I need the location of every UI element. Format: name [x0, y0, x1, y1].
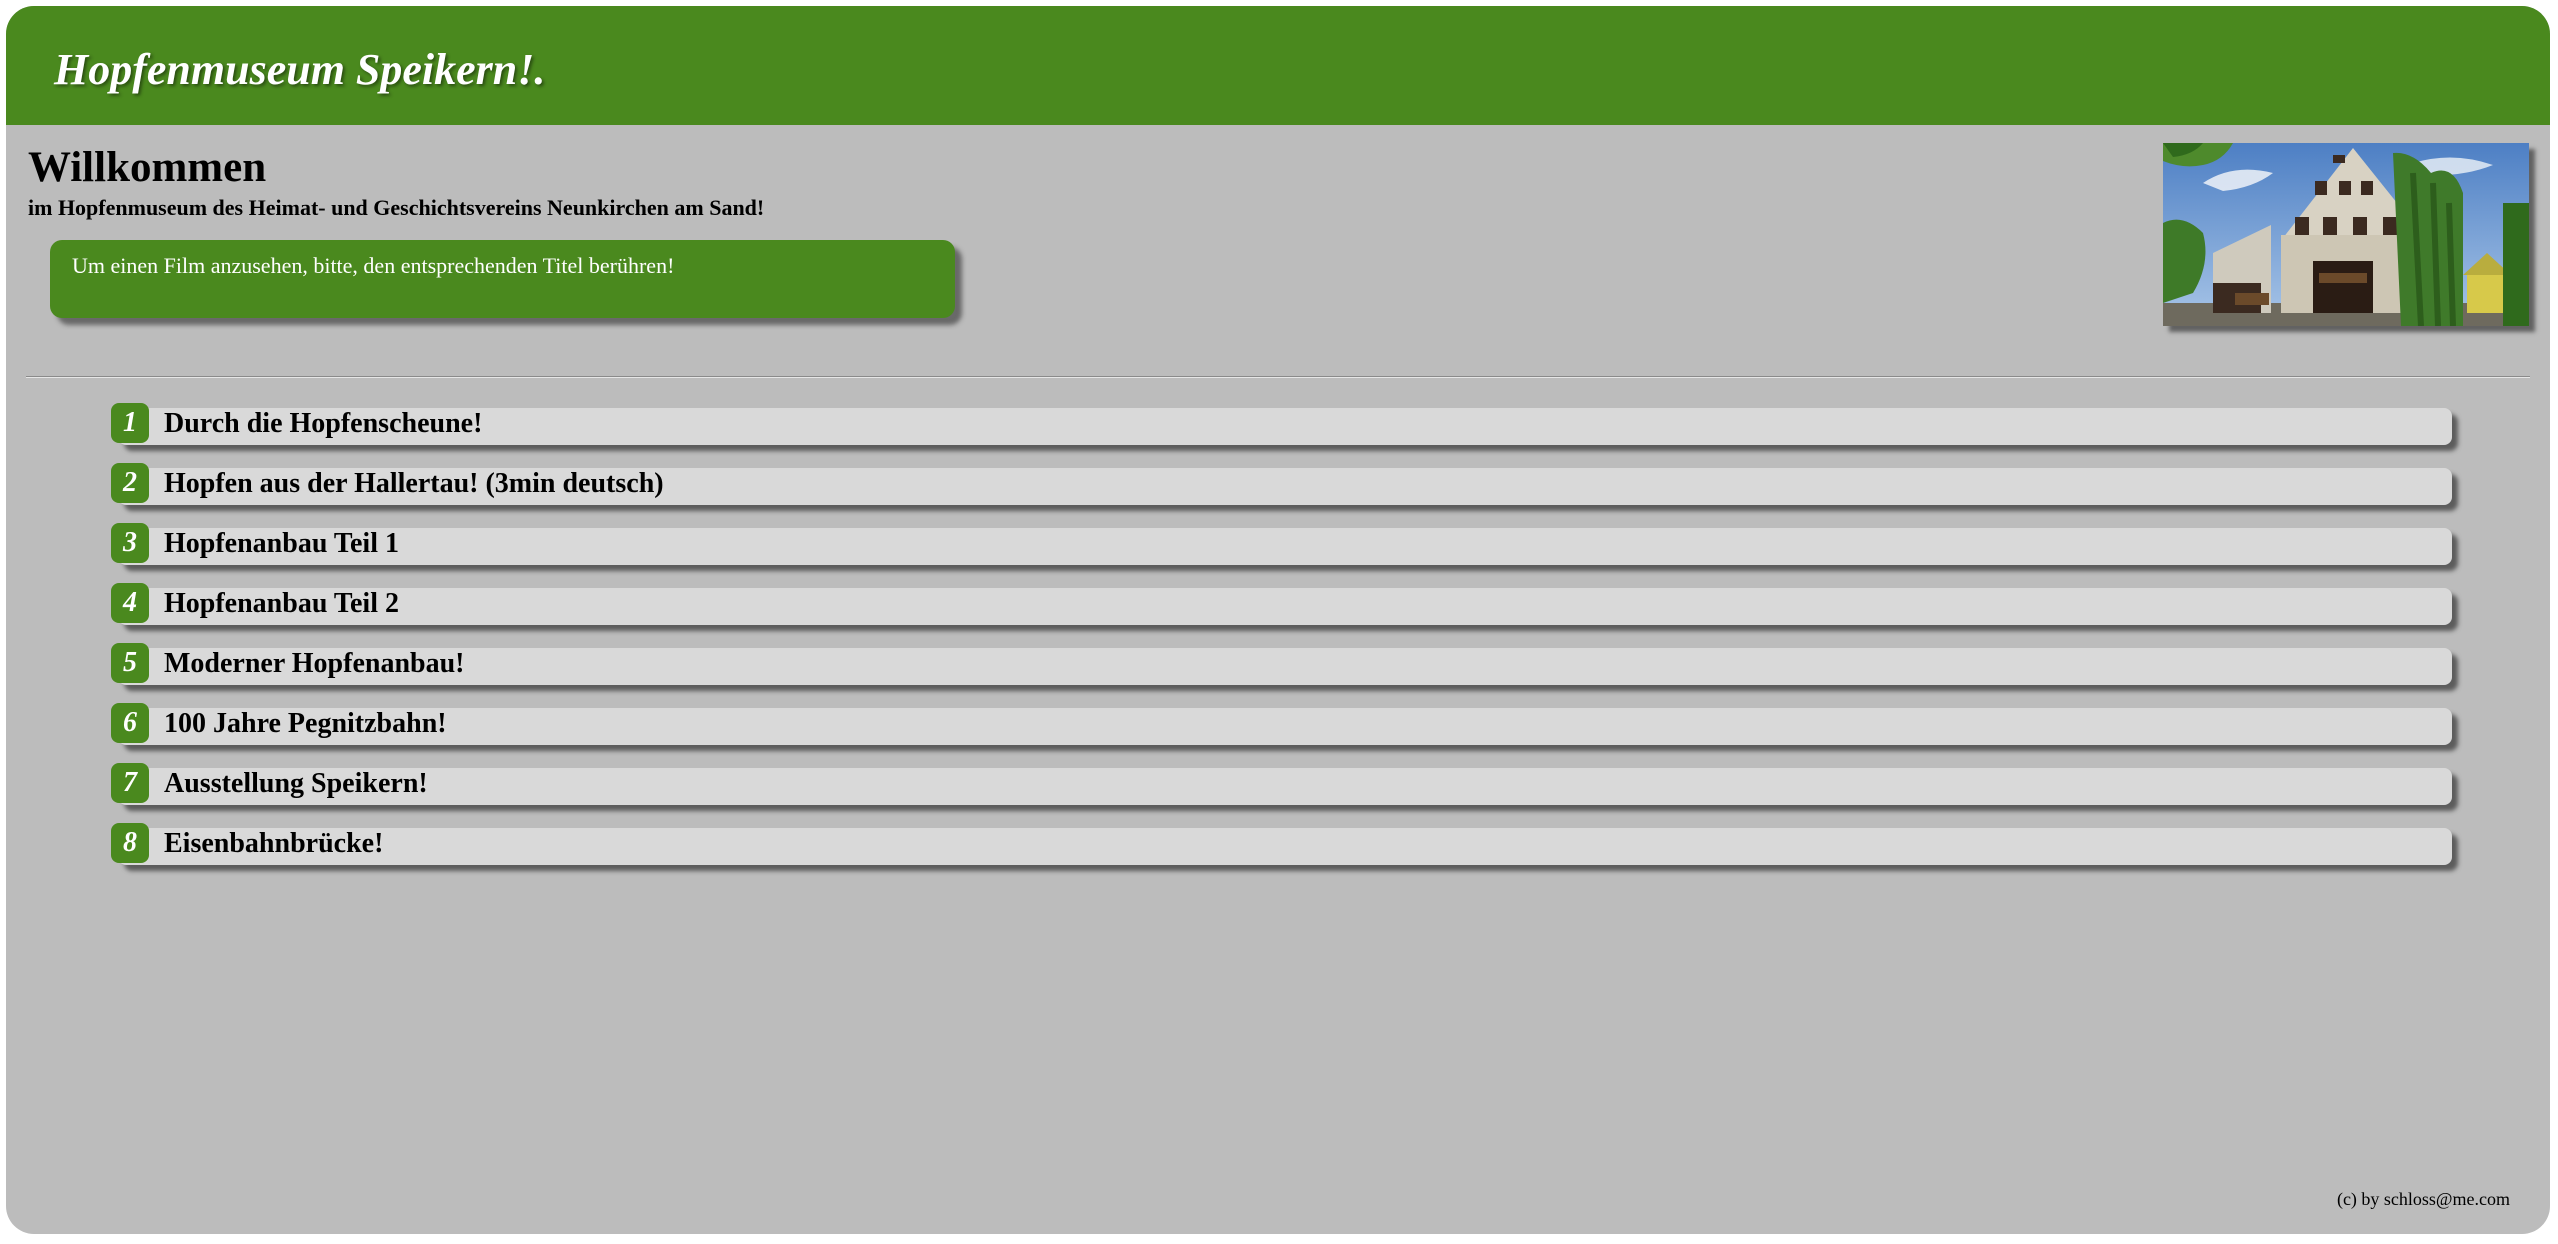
video-bar[interactable] — [118, 708, 2452, 745]
video-title[interactable]: Hopfen aus der Hallertau! (3min deutsch) — [164, 468, 664, 500]
footer-credit: (c) by schloss@me.com — [2336, 1189, 2510, 1209]
video-title[interactable]: Ausstellung Speikern! — [164, 768, 428, 800]
video-number-badge: 6 — [111, 703, 149, 743]
video-bar[interactable] — [118, 768, 2452, 805]
video-number-badge: 3 — [111, 523, 149, 563]
instruction-text: Um einen Film anzusehen, bitte, den ents… — [72, 253, 675, 278]
welcome-heading: Willkommen — [28, 144, 267, 191]
divider — [26, 376, 2530, 378]
video-list: 1 Durch die Hopfenscheune! 2 Hopfen aus … — [104, 403, 2452, 883]
video-bar[interactable] — [118, 588, 2452, 625]
page-frame: Hopfenmuseum Speikern!. Willkommen im Ho… — [6, 6, 2550, 1234]
video-item-4[interactable]: 4 Hopfenanbau Teil 2 — [104, 583, 2452, 643]
video-bar[interactable] — [118, 528, 2452, 565]
video-title[interactable]: Hopfenanbau Teil 1 — [164, 528, 399, 560]
video-item-6[interactable]: 6 100 Jahre Pegnitzbahn! — [104, 703, 2452, 763]
video-number-badge: 5 — [111, 643, 149, 683]
video-title[interactable]: 100 Jahre Pegnitzbahn! — [164, 708, 447, 740]
video-number-badge: 2 — [111, 463, 149, 503]
museum-photo — [2163, 143, 2529, 326]
video-title[interactable]: Eisenbahnbrücke! — [164, 828, 383, 860]
video-number-badge: 1 — [111, 403, 149, 443]
video-number-badge: 4 — [111, 583, 149, 623]
video-bar[interactable] — [118, 648, 2452, 685]
video-title[interactable]: Moderner Hopfenanbau! — [164, 648, 465, 680]
video-item-7[interactable]: 7 Ausstellung Speikern! — [104, 763, 2452, 823]
video-number-badge: 8 — [111, 823, 149, 863]
video-item-8[interactable]: 8 Eisenbahnbrücke! — [104, 823, 2452, 883]
video-title[interactable]: Durch die Hopfenscheune! — [164, 408, 482, 440]
welcome-subtitle: im Hopfenmuseum des Heimat- und Geschich… — [28, 195, 765, 220]
video-bar[interactable] — [118, 828, 2452, 865]
video-number-badge: 7 — [111, 763, 149, 803]
video-item-3[interactable]: 3 Hopfenanbau Teil 1 — [104, 523, 2452, 583]
header-bar: Hopfenmuseum Speikern!. — [6, 6, 2550, 125]
video-item-5[interactable]: 5 Moderner Hopfenanbau! — [104, 643, 2452, 703]
video-item-2[interactable]: 2 Hopfen aus der Hallertau! (3min deutsc… — [104, 463, 2452, 523]
site-title: Hopfenmuseum Speikern!. — [54, 45, 546, 94]
video-title[interactable]: Hopfenanbau Teil 2 — [164, 588, 399, 620]
instruction-box: Um einen Film anzusehen, bitte, den ents… — [50, 240, 955, 318]
video-item-1[interactable]: 1 Durch die Hopfenscheune! — [104, 403, 2452, 463]
